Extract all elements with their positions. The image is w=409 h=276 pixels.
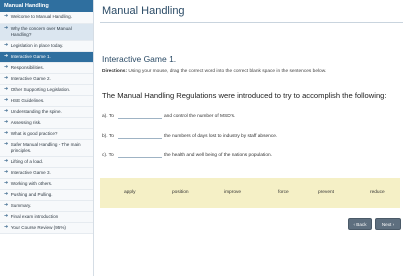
sidebar-item-spine[interactable]: ➜ Understanding the spine.: [0, 107, 93, 118]
sidebar-item-label: Your Course Review (95%): [10, 225, 66, 231]
arrow-right-icon: ➜: [4, 42, 9, 49]
arrow-right-icon: ➜: [4, 119, 9, 126]
game-title: Interactive Game 1.: [102, 54, 177, 64]
arrow-right-icon: ➜: [4, 86, 9, 93]
sidebar-item-label: Interactive Game 2.: [10, 76, 51, 82]
sidebar-item-safer-handling[interactable]: ➜ Safer Manual Handling - The main princ…: [0, 140, 93, 157]
word-bank: apply position improve force prevent red…: [100, 178, 400, 208]
sidebar-item-label: Interactive Game 3.: [10, 170, 51, 176]
arrow-right-icon: ➜: [4, 213, 9, 220]
arrow-right-icon: ➜: [4, 64, 9, 71]
word-improve[interactable]: improve: [224, 190, 241, 195]
directions-text: Using your mouse, drag the correct word …: [128, 69, 327, 74]
sidebar-item-label: Legislation in place today.: [10, 43, 64, 49]
sentence-a: a). To and control the number of MSD's.: [102, 114, 235, 119]
sentence-prefix: a). To: [102, 114, 114, 119]
word-position[interactable]: position: [172, 190, 189, 195]
sentence-suffix: the health and well being of the nations…: [164, 153, 273, 158]
back-button[interactable]: ‹ Back: [348, 218, 372, 230]
word-force[interactable]: force: [278, 190, 289, 195]
sidebar-item-working-with-others[interactable]: ➜ Working with others.: [0, 179, 93, 190]
directions: Directions: Using your mouse, drag the c…: [102, 69, 326, 74]
sidebar-item-label: Lifting of a load.: [10, 159, 44, 165]
arrow-right-icon: ➜: [4, 130, 9, 137]
sidebar-item-label: Final exam introduction: [10, 214, 59, 220]
sidebar-item-label: Interactive Game 1.: [10, 54, 51, 60]
sidebar-item-assessing-risk[interactable]: ➜ Assessing risk.: [0, 118, 93, 129]
sidebar-item-label: Understanding the spine.: [10, 109, 62, 115]
sidebar-item-course-review[interactable]: ➜ Your Course Review (95%): [0, 223, 93, 234]
next-button[interactable]: Next ›: [375, 218, 401, 230]
sidebar-item-legislation[interactable]: ➜ Legislation in place today.: [0, 41, 93, 52]
sidebar-item-other-legislation[interactable]: ➜ Other Supporting Legislation.: [0, 85, 93, 96]
sidebar-item-why-concern[interactable]: ➜ Why the concern over Manual Handling?: [0, 24, 93, 41]
sidebar-item-hse-guidelines[interactable]: ➜ HSE Guidelines.: [0, 96, 93, 107]
sidebar-item-label: Summary.: [10, 203, 32, 209]
sentence-c: c). To the health and well being of the …: [102, 153, 272, 158]
sidebar-item-label: Responsibilities.: [10, 65, 44, 71]
arrow-right-icon: ➜: [4, 97, 9, 104]
sidebar-header: Manual Handling: [0, 0, 93, 12]
sidebar-item-final-exam[interactable]: ➜ Final exam introduction: [0, 212, 93, 223]
main-content: Manual Handling Interactive Game 1. Dire…: [94, 0, 409, 276]
sentence-prefix: c). To: [102, 153, 114, 158]
drop-blank-b[interactable]: [118, 134, 162, 139]
arrow-right-icon: ➜: [4, 13, 9, 20]
drop-blank-a[interactable]: [118, 114, 162, 119]
sentence-suffix: the numbers of days lost to industry by …: [164, 134, 278, 139]
page-title: Manual Handling: [102, 5, 185, 17]
arrow-right-icon: ➜: [4, 75, 9, 82]
word-reduce[interactable]: reduce: [370, 190, 385, 195]
arrow-right-icon: ➜: [4, 202, 9, 209]
sidebar-item-lifting-load[interactable]: ➜ Lifting of a load.: [0, 157, 93, 168]
sidebar-item-label: Other Supporting Legislation.: [10, 87, 71, 93]
sidebar-item-label: Pushing and Pulling.: [10, 192, 53, 198]
arrow-right-icon: ➜: [4, 141, 9, 148]
word-apply[interactable]: apply: [124, 190, 135, 195]
sidebar-item-game-1[interactable]: ➜ Interactive Game 1.: [0, 52, 93, 63]
arrow-right-icon: ➜: [4, 108, 9, 115]
sidebar-item-summary[interactable]: ➜ Summary.: [0, 201, 93, 212]
word-prevent[interactable]: prevent: [318, 190, 334, 195]
sidebar-nav: Manual Handling ➜ Welcome to Manual Hand…: [0, 0, 94, 276]
arrow-right-icon: ➜: [4, 224, 9, 231]
arrow-right-icon: ➜: [4, 53, 9, 60]
sidebar-item-label: Working with others.: [10, 181, 53, 187]
regulations-heading: The Manual Handling Regulations were int…: [102, 91, 387, 100]
sidebar-item-label: Safer Manual Handling - The main princip…: [10, 142, 81, 153]
sidebar-item-pushing-pulling[interactable]: ➜ Pushing and Pulling.: [0, 190, 93, 201]
directions-label: Directions:: [102, 69, 128, 74]
title-divider: [100, 22, 403, 23]
arrow-right-icon: ➜: [4, 180, 9, 187]
sidebar-item-game-2[interactable]: ➜ Interactive Game 2.: [0, 74, 93, 85]
sidebar-item-good-practice[interactable]: ➜ What is good practice?: [0, 129, 93, 140]
arrow-right-icon: ➜: [4, 158, 9, 165]
sidebar-item-label: Welcome to Manual Handling.: [10, 14, 72, 20]
sidebar-item-label: Why the concern over Manual Handling?: [10, 26, 72, 37]
sidebar-item-label: What is good practice?: [10, 131, 58, 137]
arrow-right-icon: ➜: [4, 191, 9, 198]
sentence-suffix: and control the number of MSD's.: [164, 114, 236, 119]
drop-blank-c[interactable]: [118, 153, 162, 158]
sidebar-item-game-3[interactable]: ➜ Interactive Game 3.: [0, 168, 93, 179]
sidebar-item-welcome[interactable]: ➜ Welcome to Manual Handling.: [0, 12, 93, 24]
sidebar-item-label: Assessing risk.: [10, 120, 42, 126]
sidebar-item-label: HSE Guidelines.: [10, 98, 45, 104]
arrow-right-icon: ➜: [4, 25, 9, 32]
sidebar-item-responsibilities[interactable]: ➜ Responsibilities.: [0, 63, 93, 74]
sentence-prefix: b). To: [102, 134, 114, 139]
arrow-right-icon: ➜: [4, 169, 9, 176]
sentence-b: b). To the numbers of days lost to indus…: [102, 134, 277, 139]
